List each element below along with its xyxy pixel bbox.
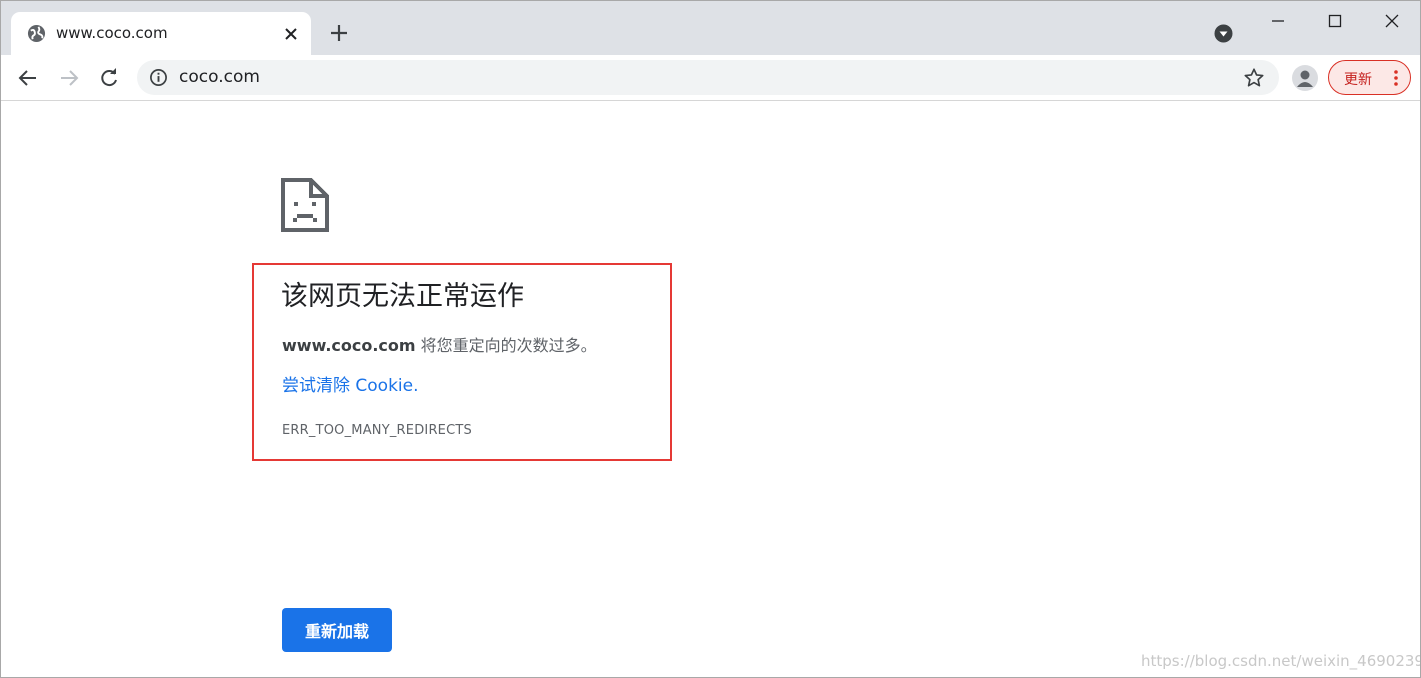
window-close-icon[interactable]	[1379, 9, 1405, 33]
error-description: www.coco.com 将您重定向的次数过多。	[282, 332, 597, 356]
update-label: 更新	[1344, 72, 1372, 88]
error-title: 该网页无法正常运作	[281, 281, 524, 312]
address-bar[interactable]: coco.com	[137, 60, 1279, 95]
watermark-text: https://blog.csdn.net/weixin_46902396	[1141, 652, 1421, 670]
browser-window: www.coco.com coco.com 更新 该网页无法正常运作 www.c…	[0, 0, 1421, 678]
tab-strip: www.coco.com	[1, 1, 1420, 55]
sad-page-icon	[281, 178, 329, 232]
error-page: 该网页无法正常运作 www.coco.com 将您重定向的次数过多。 尝试清除 …	[1, 102, 1421, 677]
profile-avatar-icon[interactable]	[1292, 65, 1318, 91]
forward-arrow-icon[interactable]	[56, 65, 82, 91]
back-arrow-icon[interactable]	[15, 65, 41, 91]
clear-cookies-link[interactable]: 尝试清除 Cookie.	[282, 371, 419, 396]
error-message: 将您重定向的次数过多。	[415, 336, 597, 355]
tab-title: www.coco.com	[56, 24, 168, 42]
update-button[interactable]: 更新	[1328, 60, 1411, 95]
reload-button[interactable]: 重新加载	[282, 608, 392, 652]
error-code: ERR_TOO_MANY_REDIRECTS	[282, 423, 472, 438]
browser-toolbar: coco.com 更新	[1, 55, 1420, 101]
bookmark-star-icon[interactable]	[1243, 67, 1265, 89]
more-menu-icon[interactable]	[1391, 69, 1401, 87]
minimize-icon[interactable]	[1265, 9, 1291, 33]
maximize-icon[interactable]	[1322, 9, 1348, 33]
browser-tab[interactable]: www.coco.com	[11, 12, 311, 55]
site-info-icon[interactable]	[149, 68, 168, 87]
tab-close-icon[interactable]	[281, 24, 301, 44]
reload-icon[interactable]	[96, 65, 122, 91]
url-text: coco.com	[179, 67, 260, 87]
new-tab-plus-icon[interactable]	[327, 21, 351, 45]
globe-icon	[27, 24, 46, 43]
error-host: www.coco.com	[282, 336, 416, 355]
tab-search-icon[interactable]	[1213, 23, 1234, 44]
